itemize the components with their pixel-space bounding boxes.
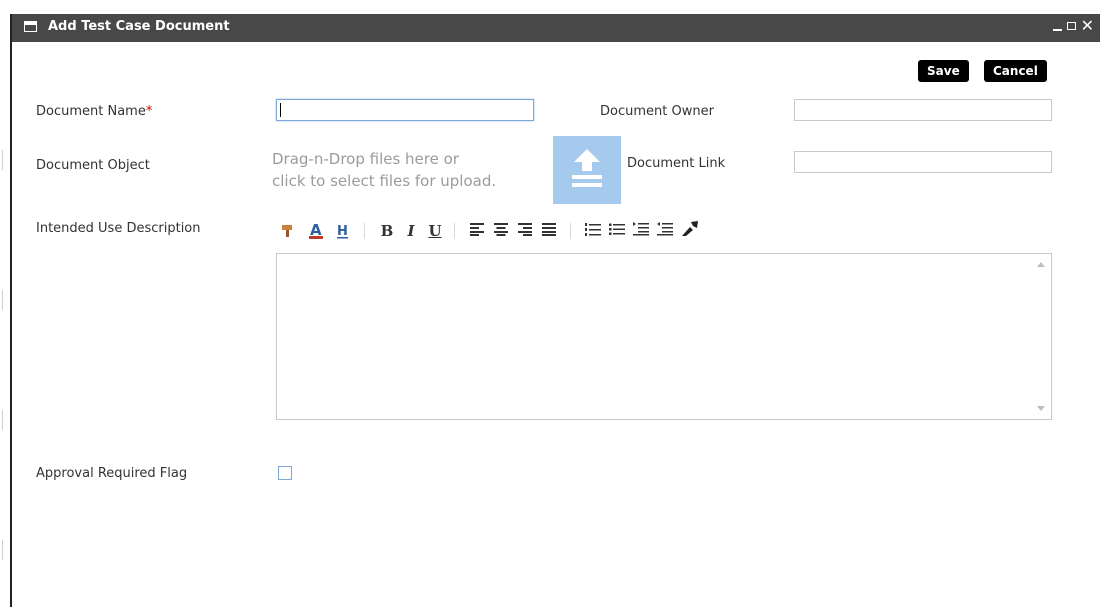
text-caret (280, 103, 281, 117)
align-left-icon[interactable] (468, 221, 486, 241)
approval-required-flag-label: Approval Required Flag (36, 466, 188, 481)
drop-text-line1: Drag-n-Drop files here or (272, 150, 459, 168)
paint-format-icon[interactable] (278, 221, 298, 241)
scroll-down-arrow-icon[interactable] (1037, 406, 1045, 411)
intended-use-description-label: Intended Use Description (36, 221, 201, 236)
maximize-icon[interactable] (1066, 22, 1076, 30)
minimize-icon[interactable] (1052, 29, 1062, 31)
toolbar-separator (364, 223, 365, 239)
align-right-icon[interactable] (516, 221, 534, 241)
font-color-icon[interactable]: A (306, 221, 326, 241)
document-link-input[interactable] (794, 151, 1052, 173)
underline-icon[interactable]: U (426, 221, 444, 241)
upload-icon (572, 149, 602, 187)
document-name-input[interactable] (276, 99, 534, 121)
save-button[interactable]: Save (918, 60, 969, 82)
scroll-up-arrow-icon[interactable] (1037, 262, 1045, 267)
approval-required-checkbox[interactable] (278, 466, 292, 480)
cancel-button[interactable]: Cancel (984, 60, 1047, 82)
toolbar-separator (570, 223, 571, 239)
italic-icon[interactable]: I (402, 221, 420, 241)
close-icon[interactable]: ✕ (1081, 18, 1094, 34)
document-owner-input[interactable] (794, 99, 1052, 121)
rich-text-toolbar: A H B I U (278, 221, 898, 241)
background-strip (0, 0, 1102, 14)
document-link-label: Document Link (627, 156, 726, 171)
outdent-icon[interactable] (656, 221, 674, 241)
required-asterisk: * (145, 104, 153, 119)
document-owner-label: Document Owner (600, 104, 714, 119)
align-center-icon[interactable] (492, 221, 510, 241)
add-test-case-document-dialog: Add Test Case Document ✕ Save Cancel Doc… (10, 14, 1100, 607)
svg-text:H: H (337, 224, 348, 239)
unordered-list-icon[interactable] (608, 221, 626, 241)
document-name-label: Document Name* (36, 104, 153, 119)
highlight-icon[interactable]: H (334, 221, 352, 241)
bold-icon[interactable]: B (378, 221, 396, 241)
upload-button[interactable] (553, 136, 621, 204)
justify-icon[interactable] (540, 221, 558, 241)
background-edge (0, 0, 6, 607)
window-icon (24, 21, 37, 32)
dialog-titlebar: Add Test Case Document ✕ (12, 14, 1100, 42)
drop-text-line2: click to select files for upload. (272, 172, 497, 190)
intended-use-description-editor[interactable] (276, 253, 1052, 420)
toolbar-separator (454, 223, 455, 239)
document-object-label: Document Object (36, 158, 150, 173)
dialog-title: Add Test Case Document (48, 19, 230, 34)
clear-format-icon[interactable] (680, 221, 700, 241)
file-drop-zone[interactable]: Drag-n-Drop files here or click to selec… (272, 148, 496, 192)
ordered-list-icon[interactable] (584, 221, 602, 241)
indent-icon[interactable] (632, 221, 650, 241)
